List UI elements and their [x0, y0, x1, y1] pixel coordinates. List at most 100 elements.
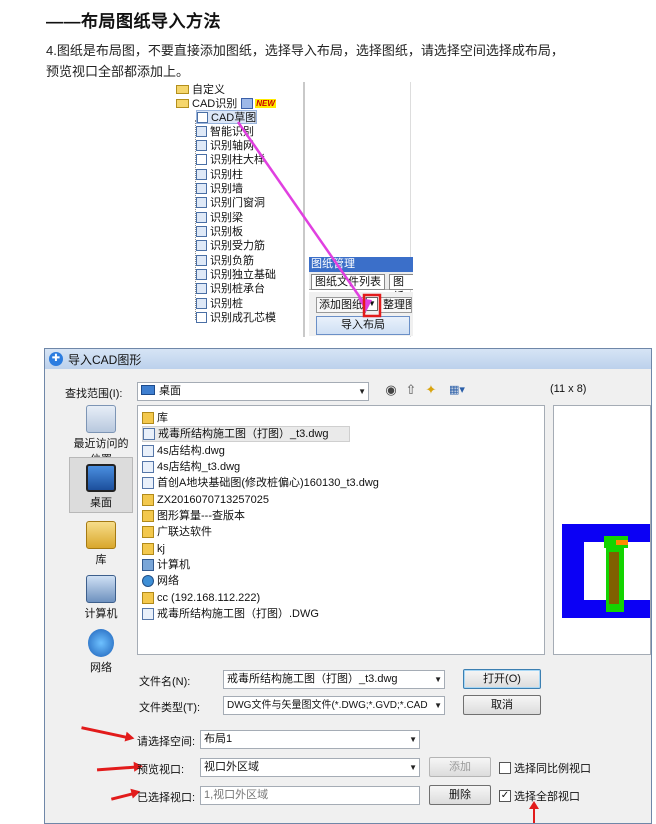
place-computer[interactable]: 计算机 [69, 575, 133, 621]
list-item[interactable]: 4s店结构.dwg [142, 443, 225, 459]
folder-icon [142, 494, 154, 506]
tree-item[interactable]: 识别轴网 [196, 138, 254, 152]
arrange-drawing-button[interactable]: 整理图 [380, 297, 412, 313]
file-name: 广联达软件 [157, 526, 212, 538]
cancel-button[interactable]: 取消 [463, 695, 541, 715]
tree-item-label: 识别受力筋 [210, 240, 265, 252]
tree-item[interactable]: 识别梁 [196, 210, 243, 224]
add-drawing-dropdown[interactable]: ▼ [366, 297, 378, 311]
open-button[interactable]: 打开(O) [463, 669, 541, 689]
list-item[interactable]: 网络 [142, 573, 179, 589]
look-in-value: 桌面 [159, 385, 181, 397]
new-folder-icon[interactable]: ✦ [423, 382, 439, 398]
list-item[interactable]: 广联达软件 [142, 524, 212, 540]
chevron-down-icon: ▼ [409, 735, 417, 744]
drawing-preview [553, 405, 651, 655]
dwg-file-icon [143, 428, 155, 440]
list-item[interactable]: kj [142, 541, 165, 557]
dialog-title: 导入CAD图形 [68, 352, 142, 367]
tree-item[interactable]: 识别柱 [196, 167, 243, 181]
library-folder-icon [142, 412, 154, 424]
list-item[interactable]: 戒毒所结构施工图（打图）_t3.dwg [142, 426, 350, 442]
recent-places-icon [86, 405, 116, 433]
list-item[interactable]: 戒毒所结构施工图（打图）.DWG [142, 606, 319, 622]
tree-item-cad-sketch[interactable]: CAD草图 [196, 110, 258, 124]
filename-input[interactable]: 戒毒所结构施工图（打图）_t3.dwg ▼ [223, 670, 445, 689]
tree-item[interactable]: 识别独立基础 [196, 267, 276, 281]
file-list[interactable]: 库 戒毒所结构施工图（打图）_t3.dwg 4s店结构.dwg 4s店结构_t3… [137, 405, 545, 655]
tree-item-cad-recognition[interactable]: CAD识别 NEW [176, 96, 276, 110]
look-in-label: 查找范围(I): [65, 388, 123, 400]
pile-cap-icon [196, 282, 207, 294]
back-icon[interactable]: ◉ [383, 382, 399, 398]
dwg-file-icon [142, 477, 154, 489]
tree-item-label: 识别成孔芯模 [210, 312, 276, 324]
place-desktop[interactable]: 桌面 [69, 457, 133, 513]
negative-rebar-icon [196, 254, 207, 266]
up-folder-icon[interactable]: ⇧ [403, 382, 419, 398]
rebar-icon [196, 239, 207, 251]
slab-icon [196, 225, 207, 237]
space-select[interactable]: 布局1 ▼ [200, 730, 420, 749]
panel-splitter[interactable] [303, 82, 305, 337]
folder-icon [142, 510, 154, 522]
foundation-icon [196, 268, 207, 280]
user-folder-icon [142, 543, 154, 555]
viewport-label: 预览视口: [137, 764, 185, 776]
filetype-select[interactable]: DWG文件与矢量图文件(*.DWG;*.GVD;*.CAD ▼ [223, 696, 445, 715]
chevron-down-icon: ▼ [434, 701, 442, 710]
file-name: 戒毒所结构施工图（打图）_t3.dwg [158, 428, 329, 440]
tree-item[interactable]: 识别桩承台 [196, 281, 265, 295]
file-name: 库 [157, 412, 168, 424]
view-menu-icon[interactable]: ▦▾ [445, 382, 469, 398]
place-library[interactable]: 库 [69, 521, 133, 567]
list-item[interactable]: 4s店结构_t3.dwg [142, 459, 240, 475]
tree-item[interactable]: 识别受力筋 [196, 238, 265, 252]
tree-item[interactable]: 识别柱大样 [196, 152, 265, 166]
page-heading: ——布局图纸导入方法 [46, 12, 221, 31]
file-name: cc (192.168.112.222) [157, 592, 261, 604]
tree-item[interactable]: 识别桩 [196, 296, 243, 310]
list-item[interactable]: 库 [142, 410, 168, 426]
dwg-file-icon [142, 608, 154, 620]
tree-item[interactable]: 识别板 [196, 224, 243, 238]
list-item[interactable]: cc (192.168.112.222) [142, 590, 260, 606]
cad-file-icon [196, 311, 207, 323]
tab-drawing[interactable]: 图纸 [389, 274, 413, 303]
file-name: 图形算量---查版本 [157, 510, 245, 522]
look-in-select[interactable]: 桌面 ▼ [137, 382, 369, 401]
list-item[interactable]: 图形算量---查版本 [142, 508, 245, 524]
tree-item[interactable]: 识别门窗洞 [196, 195, 265, 209]
library-icon [86, 521, 116, 549]
file-name: kj [157, 543, 165, 555]
delete-viewport-button[interactable]: 删除 [429, 785, 491, 805]
red-arrow [81, 726, 127, 739]
tree-item[interactable]: 识别墙 [196, 181, 243, 195]
dwg-file-icon [142, 461, 154, 473]
cad-file-icon [197, 111, 208, 123]
tab-drawing-file-list[interactable]: 图纸文件列表 [311, 274, 385, 290]
place-label: 网络 [90, 662, 112, 674]
add-drawing-button[interactable]: 添加图纸 [316, 297, 366, 313]
same-scale-checkbox[interactable]: 选择同比例视口 [499, 760, 591, 776]
viewport-select[interactable]: 视口外区域 ▼ [200, 758, 420, 777]
list-item[interactable]: 计算机 [142, 557, 190, 573]
tree-item-custom[interactable]: 自定义 [176, 82, 225, 96]
list-item[interactable]: ZX2016070713257025 [142, 492, 269, 508]
folder-icon [142, 526, 154, 538]
import-layout-button[interactable]: 导入布局 [316, 316, 410, 335]
filename-value: 戒毒所结构施工图（打图）_t3.dwg [227, 673, 398, 685]
file-name: ZX2016070713257025 [157, 494, 269, 506]
selected-viewport-label: 已选择视口: [137, 792, 196, 804]
chevron-down-icon: ▼ [434, 675, 442, 684]
tree-item[interactable]: 智能识别 [196, 124, 254, 138]
tree-item[interactable]: 识别负筋 [196, 253, 254, 267]
cad-file-icon [196, 153, 207, 165]
space-value: 布局1 [204, 733, 233, 745]
place-network[interactable]: 网络 [69, 629, 133, 675]
add-viewport-button[interactable]: 添加 [429, 757, 491, 777]
list-item[interactable]: 首创A地块基础图(修改桩偏心)160130_t3.dwg [142, 475, 379, 491]
tree-item[interactable]: 识别成孔芯模 [196, 310, 276, 324]
drawing-manager-tabs: 图纸文件列表 图纸 [309, 272, 413, 303]
desktop-icon [141, 385, 155, 395]
